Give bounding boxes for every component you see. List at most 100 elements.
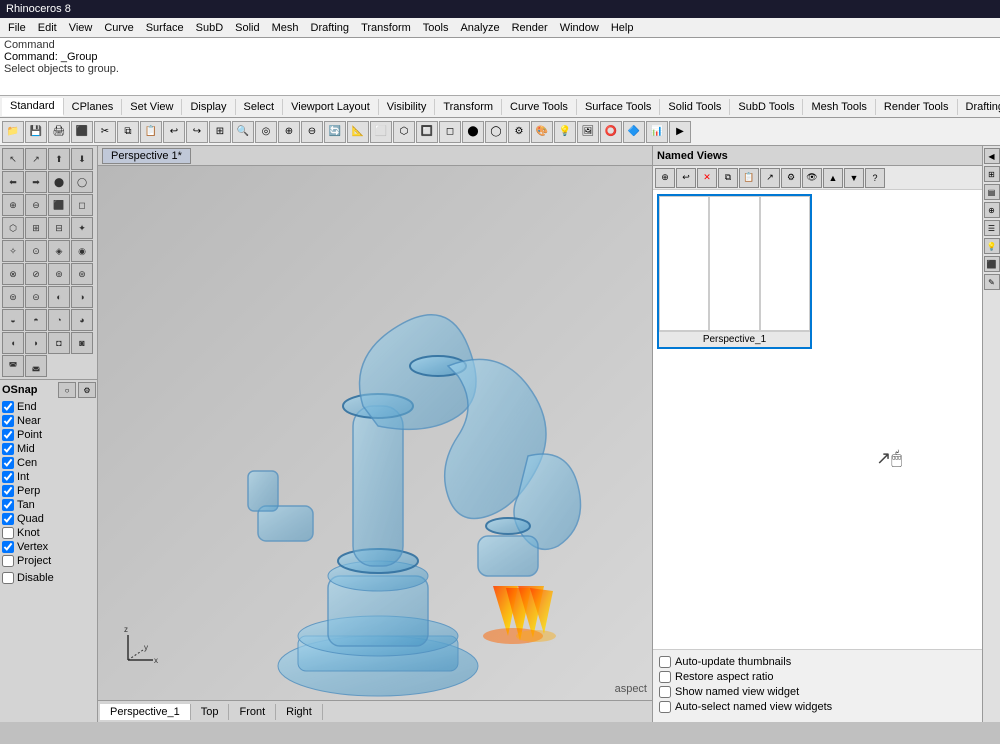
toolbar-btn-10[interactable]: 🔍 [232,121,254,143]
edge-btn-1[interactable]: ◀ [984,148,1000,164]
osnap-checkbox-tan[interactable] [2,499,14,511]
osnap-checkbox-end[interactable] [2,401,14,413]
toolbar-btn-11[interactable]: ◎ [255,121,277,143]
sidebar-btn-14[interactable]: ⊟ [48,217,70,239]
nv-undo-btn[interactable]: ↩ [676,168,696,188]
show-widget-checkbox[interactable] [659,686,671,698]
osnap-checkbox-int[interactable] [2,471,14,483]
viewport-title-tab[interactable]: Perspective 1* [102,148,191,164]
menu-item-window[interactable]: Window [554,20,605,36]
sidebar-btn-27[interactable]: ◑ [71,286,93,308]
restore-aspect-checkbox[interactable] [659,671,671,683]
menu-item-tools[interactable]: Tools [417,20,455,36]
toolbar-btn-0[interactable]: 📁 [2,121,24,143]
nv-copy-btn[interactable]: ⧉ [718,168,738,188]
viewport-canvas[interactable]: x z y aspect [98,166,652,700]
sidebar-btn-0[interactable]: ↖ [2,148,24,170]
osnap-ctrl-btn-1[interactable]: ⚙ [78,382,96,398]
sidebar-btn-30[interactable]: ◔ [48,309,70,331]
toolbar-tab-standard[interactable]: Standard [2,98,64,116]
bottom-tab-right[interactable]: Right [276,704,323,720]
menu-item-view[interactable]: View [63,20,99,36]
osnap-checkbox-near[interactable] [2,415,14,427]
toolbar-btn-22[interactable]: ⚙ [508,121,530,143]
nv-delete-btn[interactable]: ✕ [697,168,717,188]
sidebar-btn-12[interactable]: ⬡ [2,217,24,239]
auto-select-checkbox[interactable] [659,701,671,713]
osnap-checkbox-vertex[interactable] [2,541,14,553]
toolbar-tab-display[interactable]: Display [182,99,235,115]
sidebar-btn-4[interactable]: ⬅ [2,171,24,193]
sidebar-btn-36[interactable]: ◚ [2,355,24,377]
sidebar-btn-10[interactable]: ⬛ [48,194,70,216]
sidebar-btn-16[interactable]: ✧ [2,240,24,262]
toolbar-btn-17[interactable]: ⬡ [393,121,415,143]
toolbar-btn-27[interactable]: 🔷 [623,121,645,143]
toolbar-btn-25[interactable]: 🖼 [577,121,599,143]
sidebar-btn-34[interactable]: ◘ [48,332,70,354]
toolbar-btn-15[interactable]: 📐 [347,121,369,143]
toolbar-btn-24[interactable]: 💡 [554,121,576,143]
sidebar-btn-31[interactable]: ◕ [71,309,93,331]
sidebar-btn-29[interactable]: ◓ [25,309,47,331]
sidebar-btn-17[interactable]: ⊙ [25,240,47,262]
toolbar-btn-28[interactable]: 📊 [646,121,668,143]
edge-btn-7[interactable]: ⬛ [984,256,1000,272]
sidebar-btn-18[interactable]: ◈ [48,240,70,262]
sidebar-btn-7[interactable]: ◯ [71,171,93,193]
menu-item-help[interactable]: Help [605,20,640,36]
toolbar-tab-visibility[interactable]: Visibility [379,99,436,115]
toolbar-btn-20[interactable]: ⬤ [462,121,484,143]
nv-thumbnail[interactable]: Perspective_1 [657,194,812,349]
nv-export-btn[interactable]: ↗ [760,168,780,188]
toolbar-btn-5[interactable]: ⧉ [117,121,139,143]
toolbar-btn-8[interactable]: ↪ [186,121,208,143]
menu-item-transform[interactable]: Transform [355,20,417,36]
sidebar-btn-6[interactable]: ⬤ [48,171,70,193]
menu-item-file[interactable]: File [2,20,32,36]
sidebar-btn-5[interactable]: ➡ [25,171,47,193]
osnap-checkbox-knot[interactable] [2,527,14,539]
sidebar-btn-32[interactable]: ◖ [2,332,24,354]
menu-item-render[interactable]: Render [506,20,554,36]
menu-item-analyze[interactable]: Analyze [454,20,505,36]
sidebar-btn-26[interactable]: ◐ [48,286,70,308]
toolbar-btn-16[interactable]: ⬜ [370,121,392,143]
sidebar-btn-19[interactable]: ◉ [71,240,93,262]
bottom-tab-perspective_1[interactable]: Perspective_1 [100,704,191,720]
sidebar-btn-28[interactable]: ◒ [2,309,24,331]
toolbar-btn-12[interactable]: ⊕ [278,121,300,143]
toolbar-btn-29[interactable]: ▶ [669,121,691,143]
nv-new-btn[interactable]: ⊕ [655,168,675,188]
osnap-checkbox-perp[interactable] [2,485,14,497]
sidebar-btn-8[interactable]: ⊕ [2,194,24,216]
sidebar-btn-9[interactable]: ⊖ [25,194,47,216]
edge-btn-6[interactable]: 💡 [984,238,1000,254]
menu-item-mesh[interactable]: Mesh [266,20,305,36]
sidebar-btn-3[interactable]: ⬇ [71,148,93,170]
toolbar-tab-set-view[interactable]: Set View [122,99,182,115]
nv-btn8[interactable]: 👁 [802,168,822,188]
toolbar-tab-viewport-layout[interactable]: Viewport Layout [283,99,379,115]
toolbar-btn-13[interactable]: ⊖ [301,121,323,143]
menu-item-solid[interactable]: Solid [229,20,265,36]
menu-item-drafting[interactable]: Drafting [305,20,356,36]
toolbar-btn-7[interactable]: ↩ [163,121,185,143]
nv-btn7[interactable]: ⚙ [781,168,801,188]
sidebar-btn-2[interactable]: ⬆ [48,148,70,170]
nv-paste-btn[interactable]: 📋 [739,168,759,188]
osnap-ctrl-btn-0[interactable]: ○ [58,382,76,398]
edge-btn-2[interactable]: ⊞ [984,166,1000,182]
osnap-checkbox-cen[interactable] [2,457,14,469]
toolbar-btn-9[interactable]: ⊞ [209,121,231,143]
toolbar-btn-6[interactable]: 📋 [140,121,162,143]
menu-item-edit[interactable]: Edit [32,20,63,36]
sidebar-btn-15[interactable]: ✦ [71,217,93,239]
osnap-checkbox-point[interactable] [2,429,14,441]
sidebar-btn-23[interactable]: ⊛ [71,263,93,285]
edge-btn-5[interactable]: ☰ [984,220,1000,236]
toolbar-tab-transform[interactable]: Transform [435,99,502,115]
toolbar-tab-cplanes[interactable]: CPlanes [64,99,123,115]
nv-btn9[interactable]: ▲ [823,168,843,188]
auto-update-checkbox[interactable] [659,656,671,668]
